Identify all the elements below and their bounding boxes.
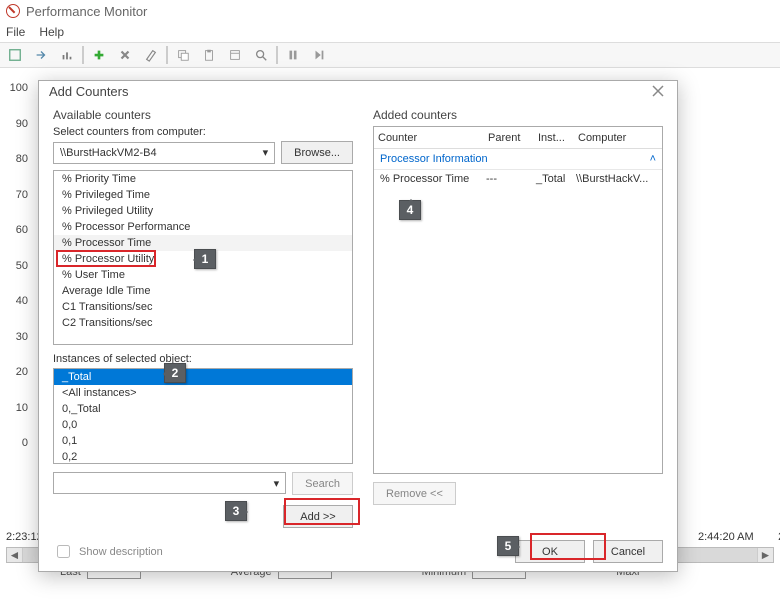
cell-parent: --- (486, 173, 536, 185)
scroll-right-icon[interactable]: ► (757, 548, 773, 562)
remove-button[interactable]: Remove << (373, 482, 456, 505)
tool-delete-icon[interactable] (114, 44, 136, 66)
callout-1: 1 (194, 249, 216, 269)
group-row[interactable]: Processor Information ˄ (374, 149, 662, 170)
list-item[interactable]: C1 Transitions/sec (54, 299, 352, 315)
list-item[interactable]: 0,1 (54, 433, 352, 449)
dialog-title: Add Counters (49, 84, 129, 99)
tool-paste-icon[interactable] (198, 44, 220, 66)
app-icon (6, 4, 20, 18)
tool-pause-icon[interactable] (282, 44, 304, 66)
cancel-button[interactable]: Cancel (593, 540, 663, 563)
chevron-down-icon: ▾ (274, 477, 280, 490)
y-tick: 30 (4, 331, 28, 343)
tool-add-icon[interactable] (88, 44, 110, 66)
tool-step-icon[interactable] (308, 44, 330, 66)
computer-value: \\BurstHackVM2-B4 (60, 147, 157, 159)
col-inst[interactable]: Inst... (538, 132, 578, 144)
menu-file[interactable]: File (6, 25, 25, 39)
grid-header: Counter Parent Inst... Computer (374, 127, 662, 149)
callout-3: 3 (225, 501, 247, 521)
col-computer[interactable]: Computer (578, 132, 658, 144)
list-item[interactable]: C2 Transitions/sec (54, 315, 352, 331)
y-tick: 100 (4, 82, 28, 94)
search-button[interactable]: Search (292, 472, 353, 495)
show-description-checkbox[interactable]: Show description (53, 542, 163, 561)
list-item[interactable]: 0,2 (54, 449, 352, 464)
list-item[interactable]: % Priority Time (54, 171, 352, 187)
table-row[interactable]: % Processor Time --- _Total \\BurstHackV… (374, 170, 662, 188)
list-item[interactable]: 0,_Total (54, 401, 352, 417)
close-button[interactable] (651, 84, 667, 100)
instances-listbox[interactable]: _Total <All instances> 0,_Total 0,0 0,1 … (53, 368, 353, 464)
y-tick: 20 (4, 366, 28, 378)
menubar: File Help (0, 22, 780, 42)
tool-highlight-icon[interactable] (140, 44, 162, 66)
cell-inst: _Total (536, 173, 576, 185)
y-tick: 0 (4, 437, 28, 449)
y-tick: 50 (4, 260, 28, 272)
group-label: Processor Information (380, 153, 488, 165)
list-item[interactable]: Average Idle Time (54, 283, 352, 299)
tool-zoom-icon[interactable] (250, 44, 272, 66)
y-tick: 40 (4, 295, 28, 307)
list-item[interactable]: _Total (54, 369, 352, 385)
window-title: Performance Monitor (26, 4, 147, 19)
menu-help[interactable]: Help (39, 25, 64, 39)
checkbox-icon[interactable] (57, 545, 70, 558)
instances-label: Instances of selected object: (53, 353, 353, 365)
toolbar-separator (276, 46, 278, 64)
callout-4: 4 (399, 200, 421, 220)
toolbar-separator (82, 46, 84, 64)
y-tick: 90 (4, 118, 28, 130)
tool-view-icon[interactable] (4, 44, 26, 66)
available-counters-label: Available counters (53, 108, 353, 122)
callout-5: 5 (497, 536, 519, 556)
toolbar-separator (166, 46, 168, 64)
col-counter[interactable]: Counter (378, 132, 488, 144)
toolbar (0, 42, 780, 68)
list-item[interactable]: % User Time (54, 267, 352, 283)
scroll-left-icon[interactable]: ◄ (7, 548, 23, 562)
list-item[interactable]: % Privileged Utility (54, 203, 352, 219)
window-titlebar: Performance Monitor (0, 0, 780, 22)
show-description-label: Show description (79, 546, 163, 558)
callout-2: 2 (164, 363, 186, 383)
time-mid: 2:44:20 AM 2: (698, 531, 780, 543)
instance-search-combo[interactable]: ▾ (53, 472, 286, 494)
tool-properties-icon[interactable] (224, 44, 246, 66)
tool-copy-icon[interactable] (172, 44, 194, 66)
list-item[interactable]: <All instances> (54, 385, 352, 401)
cell-counter: % Processor Time (380, 173, 486, 185)
y-tick: 60 (4, 224, 28, 236)
y-axis: 100 90 80 70 60 50 40 30 20 10 0 (4, 82, 28, 449)
tool-arrow-icon[interactable] (30, 44, 52, 66)
add-button[interactable]: Add >> (283, 505, 353, 528)
browse-button[interactable]: Browse... (281, 141, 353, 164)
list-item[interactable]: % Processor Performance (54, 219, 352, 235)
col-parent[interactable]: Parent (488, 132, 538, 144)
y-tick: 80 (4, 153, 28, 165)
list-item[interactable]: 0,0 (54, 417, 352, 433)
chevron-up-icon[interactable]: ˄ (650, 153, 656, 165)
added-counters-label: Added counters (373, 108, 663, 122)
tool-chart-icon[interactable] (56, 44, 78, 66)
list-item[interactable]: % Privileged Time (54, 187, 352, 203)
select-from-label: Select counters from computer: (53, 126, 353, 138)
chevron-down-icon: ▾ (263, 146, 269, 159)
added-counters-grid: Counter Parent Inst... Computer Processo… (373, 126, 663, 474)
dialog-titlebar: Add Counters (39, 81, 677, 102)
y-tick: 70 (4, 189, 28, 201)
y-tick: 10 (4, 402, 28, 414)
computer-combo[interactable]: \\BurstHackVM2-B4 ▾ (53, 142, 275, 164)
cell-computer: \\BurstHackV... (576, 173, 656, 185)
add-counters-dialog: Add Counters Available counters Select c… (38, 80, 678, 572)
